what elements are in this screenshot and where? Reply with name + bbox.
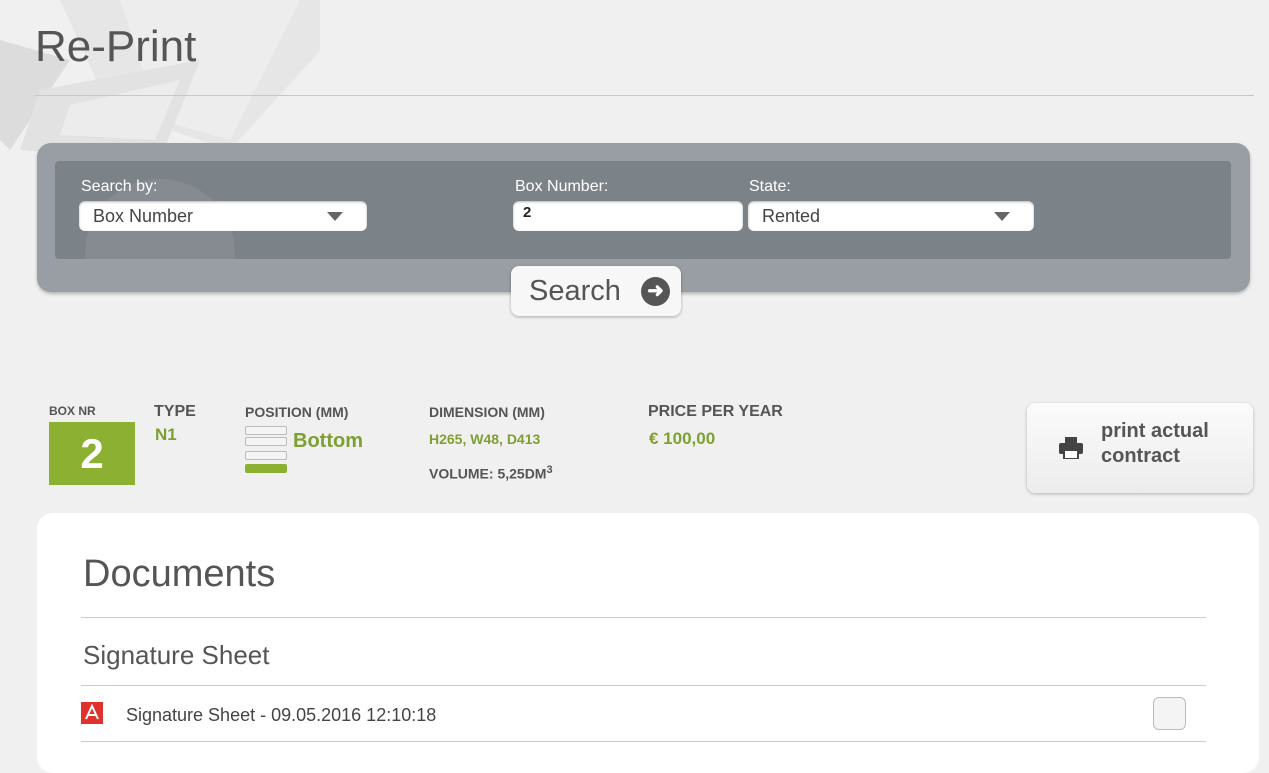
chevron-down-icon [327, 212, 343, 221]
search-form: Search by: Box Number Box Number: State:… [55, 161, 1231, 259]
box-number-badge: 2 [49, 422, 135, 485]
position-label: POSITION (MM) [245, 404, 349, 420]
title-divider [35, 95, 1254, 96]
divider [81, 685, 1206, 686]
documents-title: Documents [83, 553, 276, 595]
volume-value: VOLUME: 5,25DM3 [429, 464, 553, 482]
price-label: PRICE PER YEAR [648, 403, 783, 420]
print-contract-button[interactable]: print actual contract [1027, 403, 1253, 493]
pdf-icon[interactable] [81, 702, 103, 729]
price-value: € 100,00 [649, 429, 716, 448]
position-level-bar [245, 464, 287, 473]
arrow-right-icon: ➜ [641, 277, 670, 306]
print-contract-label: print actual contract [1101, 420, 1209, 467]
document-checkbox[interactable] [1153, 697, 1186, 730]
box-number-input[interactable] [513, 201, 743, 231]
type-value: N1 [155, 425, 177, 444]
state-select[interactable]: Rented [748, 201, 1034, 231]
documents-panel: Documents Signature Sheet Signature Shee… [37, 513, 1259, 773]
dimension-value: H265, W48, D413 [429, 431, 541, 447]
search-by-label: Search by: [81, 178, 158, 195]
position-level-bar [245, 437, 287, 446]
box-nr-label: BOX NR [49, 404, 96, 418]
state-value: Rented [762, 206, 821, 226]
document-link[interactable]: Signature Sheet - 09.05.2016 12:10:18 [126, 705, 436, 726]
dimension-label: DIMENSION (MM) [429, 404, 545, 420]
printer-icon [1059, 437, 1083, 464]
search-by-value: Box Number [93, 206, 194, 226]
signature-sheet-heading: Signature Sheet [83, 640, 270, 670]
divider [81, 617, 1206, 618]
chevron-down-icon [994, 212, 1010, 221]
position-level-bar [245, 451, 287, 460]
volume-exponent: 3 [546, 464, 553, 476]
page-title: Re-Print [35, 22, 197, 71]
search-by-select[interactable]: Box Number [79, 201, 367, 231]
search-button-label: Search [529, 275, 621, 307]
divider [81, 741, 1206, 742]
search-button[interactable]: Search ➜ [511, 266, 681, 316]
position-value: Bottom [293, 430, 363, 452]
box-number-label: Box Number: [515, 178, 609, 195]
position-level-bar [245, 426, 287, 435]
volume-text: VOLUME: 5,25DM [429, 465, 547, 482]
state-label: State: [749, 178, 791, 195]
type-label: TYPE [154, 403, 196, 420]
